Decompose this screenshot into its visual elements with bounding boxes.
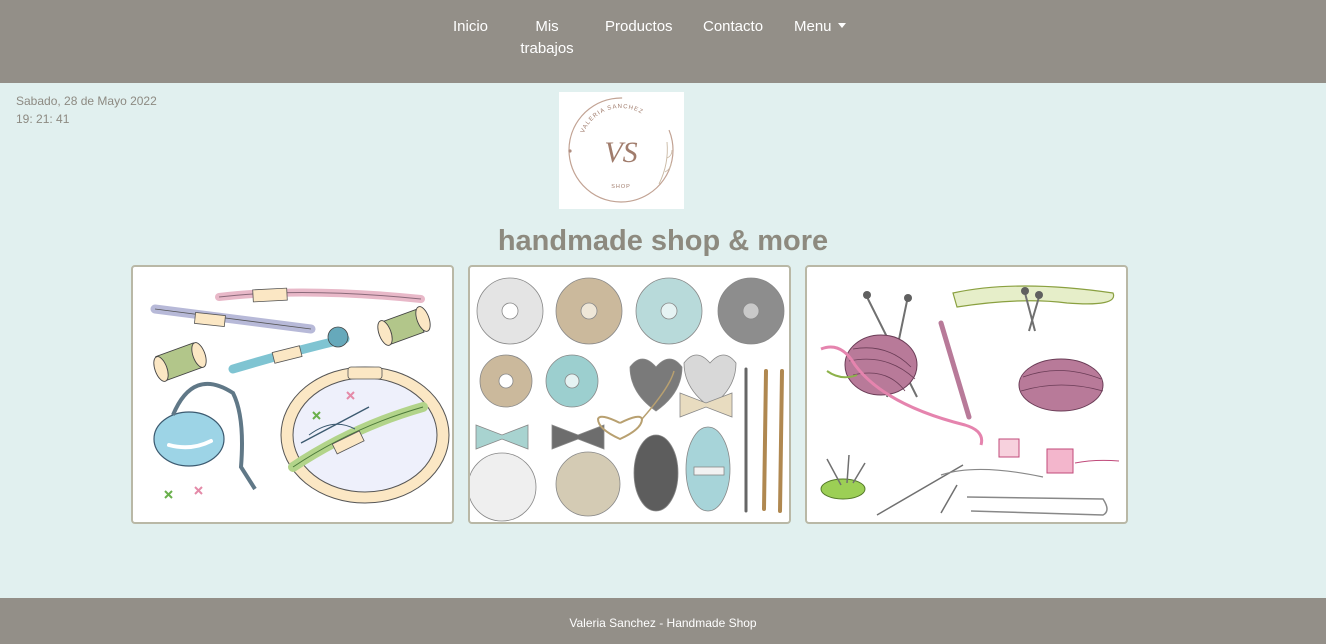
crochet-illustration-icon [470, 277, 785, 522]
logo-emblem-icon: VALERIA SANCHEZ VS SHOP [568, 97, 674, 203]
nav-link-mis-trabajos[interactable]: Mis trabajos [516, 16, 578, 60]
caret-down-icon [837, 23, 846, 28]
logo-monogram: VS [604, 136, 637, 169]
nav-menu-label: Menu [794, 18, 832, 35]
brand-logo[interactable]: VALERIA SANCHEZ VS SHOP [559, 92, 684, 209]
knitting-illustration-icon [820, 285, 1120, 516]
footer-text: Valeria Sanchez - Handmade Shop [569, 616, 757, 630]
current-date: Sabado, 28 de Mayo 2022 [16, 94, 157, 108]
current-time: 19: 21: 41 [16, 112, 70, 126]
nav-menu-dropdown[interactable]: Menu [794, 16, 846, 38]
product-card-embroidery[interactable] [131, 265, 454, 524]
product-card-knitting[interactable] [805, 265, 1128, 524]
page-headline: handmade shop & more [497, 225, 829, 257]
nav-link-productos[interactable]: Productos [605, 16, 673, 38]
embroidery-illustration-icon [150, 287, 450, 504]
nav-link-contacto[interactable]: Contacto [703, 16, 763, 38]
top-navbar: Inicio Mis trabajos Productos Contacto M… [0, 0, 1326, 83]
product-card-crochet[interactable] [468, 265, 791, 524]
nav-link-inicio[interactable]: Inicio [453, 16, 488, 38]
logo-sub-text: SHOP [611, 184, 631, 190]
date-time-display: Sabado, 28 de Mayo 2022 19: 21: 41 [16, 92, 157, 128]
site-footer: Valeria Sanchez - Handmade Shop [0, 598, 1326, 644]
